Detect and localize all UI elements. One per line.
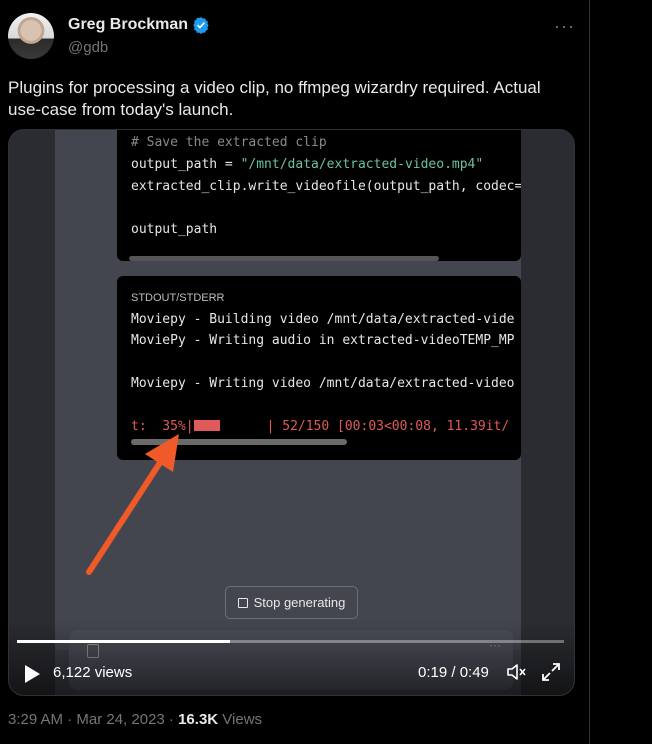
code-line: output_path bbox=[131, 222, 218, 237]
fullscreen-icon[interactable] bbox=[540, 661, 562, 683]
more-icon[interactable]: ··· bbox=[554, 16, 575, 37]
code-block: # Save the extracted clip output_path = … bbox=[117, 130, 521, 261]
tweet-text: Plugins for processing a video clip, no … bbox=[8, 78, 541, 119]
video-player[interactable]: # Save the extracted clip output_path = … bbox=[8, 129, 575, 696]
video-progress-track[interactable] bbox=[17, 640, 564, 643]
author-name[interactable]: Greg Brockman bbox=[68, 16, 188, 34]
column-divider bbox=[589, 0, 590, 744]
author-handle[interactable]: @gdb bbox=[68, 39, 108, 56]
author-name-row[interactable]: Greg Brockman bbox=[68, 16, 210, 34]
video-right-margin bbox=[521, 130, 574, 695]
stop-generating-button[interactable]: Stop generating bbox=[225, 586, 358, 619]
code-line: extracted_clip.write_videofile(output_pa… bbox=[131, 179, 521, 194]
controls-overlay bbox=[9, 620, 574, 695]
output-line: Moviepy - Writing video /mnt/data/extrac… bbox=[131, 376, 515, 391]
views-label: Views bbox=[218, 711, 263, 728]
stop-icon bbox=[237, 597, 248, 608]
tweet-meta: 3:29 AM · Mar 24, 2023 · 16.3K Views bbox=[8, 711, 262, 728]
volume-icon[interactable] bbox=[505, 661, 527, 683]
output-label: STDOUT/STDERR bbox=[131, 292, 225, 304]
video-progress-fill bbox=[17, 640, 231, 643]
views-count: 16.3K bbox=[178, 711, 219, 728]
code-line: # Save the extracted clip bbox=[131, 135, 327, 150]
output-line: Moviepy - Building video /mnt/data/extra… bbox=[131, 312, 515, 327]
timestamp[interactable]: 3:29 AM · Mar 24, 2023 · bbox=[8, 711, 178, 728]
video-time: 0:19 / 0:49 bbox=[418, 664, 489, 681]
progress-suffix: | 52/150 [00:03<00:08, 11.39it/ bbox=[219, 419, 510, 434]
video-left-margin bbox=[9, 130, 55, 695]
play-icon[interactable] bbox=[22, 663, 42, 685]
code-scrollbar bbox=[129, 256, 439, 261]
code-line: output_path = "/mnt/data/extracted-video… bbox=[131, 157, 484, 172]
arrow-annotation bbox=[86, 434, 179, 575]
avatar[interactable] bbox=[8, 13, 54, 59]
output-line: MoviePy - Writing audio in extracted-vid… bbox=[131, 333, 515, 348]
verified-icon bbox=[193, 17, 209, 34]
view-count: 6,122 views bbox=[53, 664, 133, 681]
progress-bar-fill bbox=[193, 420, 220, 431]
stop-generating-label: Stop generating bbox=[253, 595, 346, 610]
